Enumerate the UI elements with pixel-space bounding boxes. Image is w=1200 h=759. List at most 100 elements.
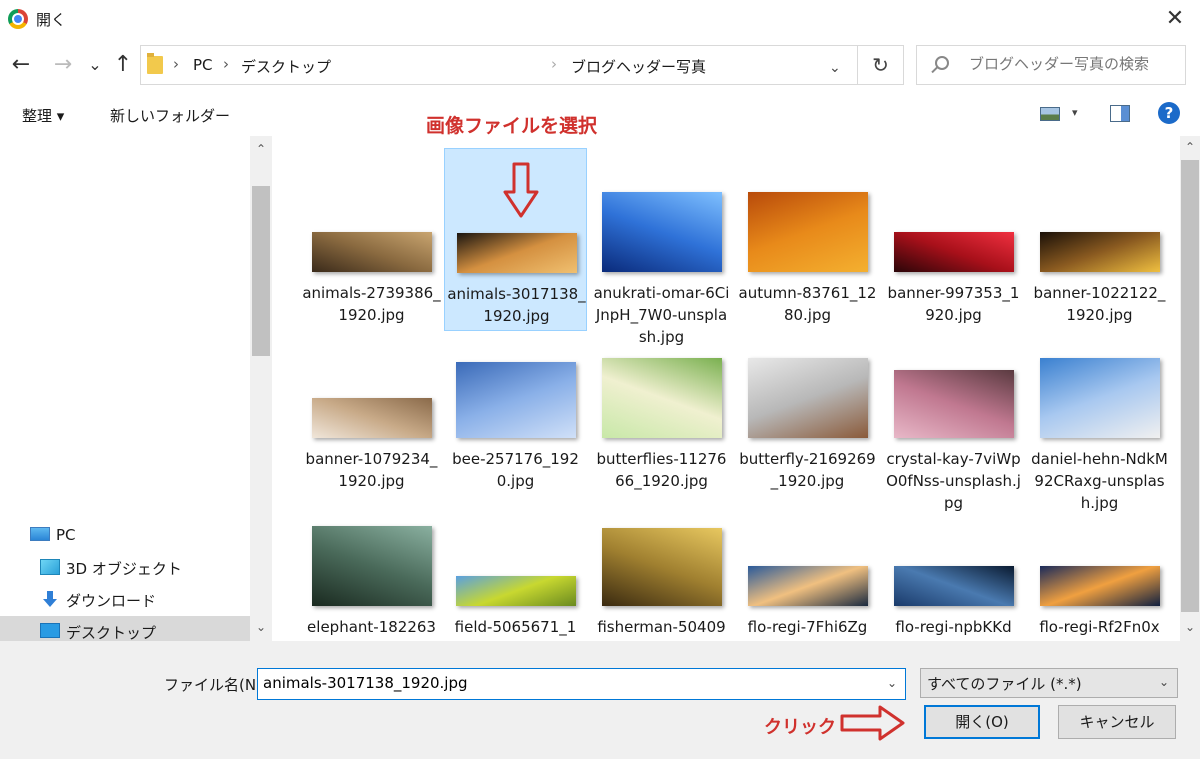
title-bar: 開く ✕: [0, 0, 1200, 38]
annotation-arrow-down-icon: [503, 162, 539, 218]
view-options-dropdown-icon[interactable]: ▾: [1072, 106, 1078, 119]
address-bar[interactable]: › PC › デスクトップ › ブログヘッダー写真 ⌄: [140, 45, 858, 85]
file-name: flo-regi-Rf2Fn0x: [1039, 618, 1160, 636]
sidebar-item-desktop[interactable]: デスクトップ: [0, 616, 250, 641]
preview-pane-icon[interactable]: [1110, 105, 1130, 122]
search-box[interactable]: [916, 45, 1186, 85]
image-thumbnail: [1040, 566, 1160, 606]
image-thumbnail: [894, 566, 1014, 606]
file-list-scrollbar[interactable]: ⌃ ⌄: [1180, 136, 1200, 641]
scroll-down-icon[interactable]: ⌄: [1180, 620, 1200, 634]
breadcrumb-separator[interactable]: ›: [223, 55, 229, 73]
file-tile[interactable]: flo-regi-npbKKd: [882, 482, 1025, 641]
desktop-icon: [40, 623, 60, 638]
close-button[interactable]: ✕: [1160, 4, 1190, 34]
back-button[interactable]: ←: [8, 52, 34, 78]
file-tile[interactable]: autumn-83761_1280.jpg: [736, 148, 879, 331]
change-view-icon[interactable]: [1040, 107, 1060, 121]
filename-combobox[interactable]: ⌄: [257, 668, 906, 700]
breadcrumb-pc[interactable]: PC: [193, 56, 213, 74]
file-tile[interactable]: banner-1079234_1920.jpg: [300, 314, 443, 497]
new-folder-button[interactable]: 新しいフォルダー: [110, 105, 230, 126]
image-thumbnail: [602, 528, 722, 606]
open-button[interactable]: 開く(O): [924, 705, 1040, 739]
file-name: flo-regi-npbKKd: [895, 618, 1012, 636]
file-list: animals-2739386_1920.jpg animals-3017138_…: [276, 136, 1200, 641]
breadcrumb-separator[interactable]: ›: [173, 55, 179, 73]
breadcrumb-separator[interactable]: ›: [551, 55, 557, 73]
image-thumbnail: [748, 192, 868, 272]
scrollbar-thumb[interactable]: [252, 186, 270, 356]
sidebar-item-3d-objects[interactable]: 3D オブジェクト: [0, 552, 250, 584]
scrollbar-thumb[interactable]: [1181, 160, 1199, 612]
image-thumbnail: [748, 358, 868, 438]
file-tile[interactable]: field-5065671_1: [444, 482, 587, 641]
window-title: 開く: [36, 11, 67, 29]
filetype-select[interactable]: すべてのファイル (*.*) ⌄: [920, 668, 1178, 698]
sidebar-item-label: PC: [56, 526, 76, 544]
chevron-down-icon[interactable]: ⌄: [887, 676, 897, 690]
breadcrumb-blog-header-photos[interactable]: ブログヘッダー写真: [571, 56, 706, 77]
file-tile[interactable]: banner-997353_1920.jpg: [882, 148, 1025, 331]
image-thumbnail: [894, 232, 1014, 272]
bottom-panel: ファイル名(N): ⌄ すべてのファイル (*.*) ⌄ クリック 開く(O) …: [0, 641, 1200, 759]
search-icon: [935, 56, 949, 70]
download-icon: [40, 591, 60, 607]
image-thumbnail: [457, 233, 577, 273]
image-thumbnail: [1040, 358, 1160, 438]
help-icon[interactable]: ?: [1158, 102, 1180, 124]
file-tile[interactable]: fisherman-50409: [590, 482, 733, 641]
image-thumbnail: [748, 566, 868, 606]
sidebar-item-downloads[interactable]: ダウンロード: [0, 584, 250, 616]
image-thumbnail: [894, 370, 1014, 438]
image-thumbnail: [602, 192, 722, 272]
sidebar-item-label: ダウンロード: [66, 592, 157, 610]
file-name: field-5065671_1: [454, 618, 577, 636]
image-thumbnail: [312, 526, 432, 606]
file-tile[interactable]: crystal-kay-7viWpO0fNss-unsplash.jpg: [882, 314, 1025, 512]
cube-icon: [40, 559, 60, 575]
forward-button[interactable]: →: [50, 52, 76, 78]
scroll-up-icon[interactable]: ⌃: [250, 142, 272, 156]
navigation-pane-scrollbar[interactable]: ⌃ ⌄: [250, 136, 272, 641]
file-tile[interactable]: animals-2739386_1920.jpg: [300, 148, 443, 331]
navigation-row: ← → ⌄ ↑ › PC › デスクトップ › ブログヘッダー写真 ⌄ ↻: [0, 38, 1200, 92]
search-input[interactable]: [969, 55, 1179, 73]
navigation-pane: PC 3D オブジェクト ダウンロード デスクトップ ⌃ ⌄: [0, 136, 276, 641]
file-tile[interactable]: butterfly-2169269_1920.jpg: [736, 314, 879, 497]
chevron-down-icon[interactable]: ⌄: [1159, 675, 1169, 689]
file-tile[interactable]: daniel-hehn-NdkM92CRaxg-unsplash.jpg: [1028, 314, 1171, 512]
up-button[interactable]: ↑: [110, 52, 136, 78]
file-name: fisherman-50409: [597, 618, 726, 636]
recent-locations-button[interactable]: ⌄: [82, 52, 108, 78]
image-thumbnail: [312, 398, 432, 438]
chrome-icon: [8, 9, 28, 29]
file-tile[interactable]: flo-regi-7Fhi6Zg: [736, 482, 879, 641]
filename-input[interactable]: [263, 674, 863, 692]
cancel-button[interactable]: キャンセル: [1058, 705, 1176, 739]
image-thumbnail: [1040, 232, 1160, 272]
breadcrumb-desktop[interactable]: デスクトップ: [241, 56, 331, 77]
image-thumbnail: [602, 358, 722, 438]
folder-icon: [147, 53, 163, 74]
file-tile[interactable]: elephant-182263: [300, 482, 443, 641]
file-tile[interactable]: banner-1022122_1920.jpg: [1028, 148, 1171, 331]
file-name: flo-regi-7Fhi6Zg: [747, 618, 868, 636]
scroll-down-icon[interactable]: ⌄: [250, 620, 272, 634]
refresh-button[interactable]: ↻: [858, 45, 904, 85]
file-tile[interactable]: anukrati-omar-6CiJnpH_7W0-unsplash.jpg: [590, 148, 733, 346]
scroll-up-icon[interactable]: ⌃: [1180, 140, 1200, 154]
organize-menu[interactable]: 整理 ▾: [22, 105, 64, 126]
address-dropdown-icon[interactable]: ⌄: [829, 60, 841, 76]
pc-icon: [30, 527, 50, 541]
annotation-arrow-right-icon: [840, 705, 905, 741]
filetype-value: すべてのファイル (*.*): [927, 675, 1082, 693]
image-thumbnail: [312, 232, 432, 272]
file-tile[interactable]: flo-regi-Rf2Fn0x: [1028, 482, 1171, 641]
image-thumbnail: [456, 576, 576, 606]
file-tile[interactable]: butterflies-1127666_1920.jpg: [590, 314, 733, 497]
command-bar: 整理 ▾ 新しいフォルダー: [0, 92, 1200, 136]
file-tile[interactable]: bee-257176_1920.jpg: [444, 314, 587, 497]
annotation-click: クリック: [764, 717, 836, 738]
sidebar-item-pc[interactable]: PC: [0, 520, 250, 552]
